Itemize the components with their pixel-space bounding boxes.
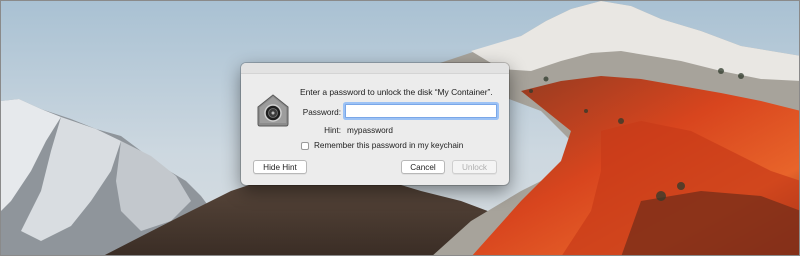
desktop-wallpaper: Enter a password to unlock the disk “My … xyxy=(0,0,800,256)
password-field[interactable] xyxy=(345,104,497,118)
unlock-button[interactable]: Unlock xyxy=(452,160,497,174)
dialog-message: Enter a password to unlock the disk “My … xyxy=(300,87,493,97)
remember-password-label: Remember this password in my keychain xyxy=(314,141,464,150)
disk-lock-icon xyxy=(255,93,291,127)
cancel-button[interactable]: Cancel xyxy=(401,160,445,174)
unlock-disk-dialog: Enter a password to unlock the disk “My … xyxy=(241,63,509,185)
remember-password-option[interactable]: Remember this password in my keychain xyxy=(301,140,463,151)
dialog-titlebar[interactable] xyxy=(241,63,509,74)
hint-label: Hint: xyxy=(324,126,341,135)
hide-hint-button[interactable]: Hide Hint xyxy=(253,160,307,174)
remember-password-checkbox[interactable] xyxy=(301,141,309,150)
hint-value: mypassword xyxy=(347,126,393,135)
password-label: Password: xyxy=(302,108,341,117)
